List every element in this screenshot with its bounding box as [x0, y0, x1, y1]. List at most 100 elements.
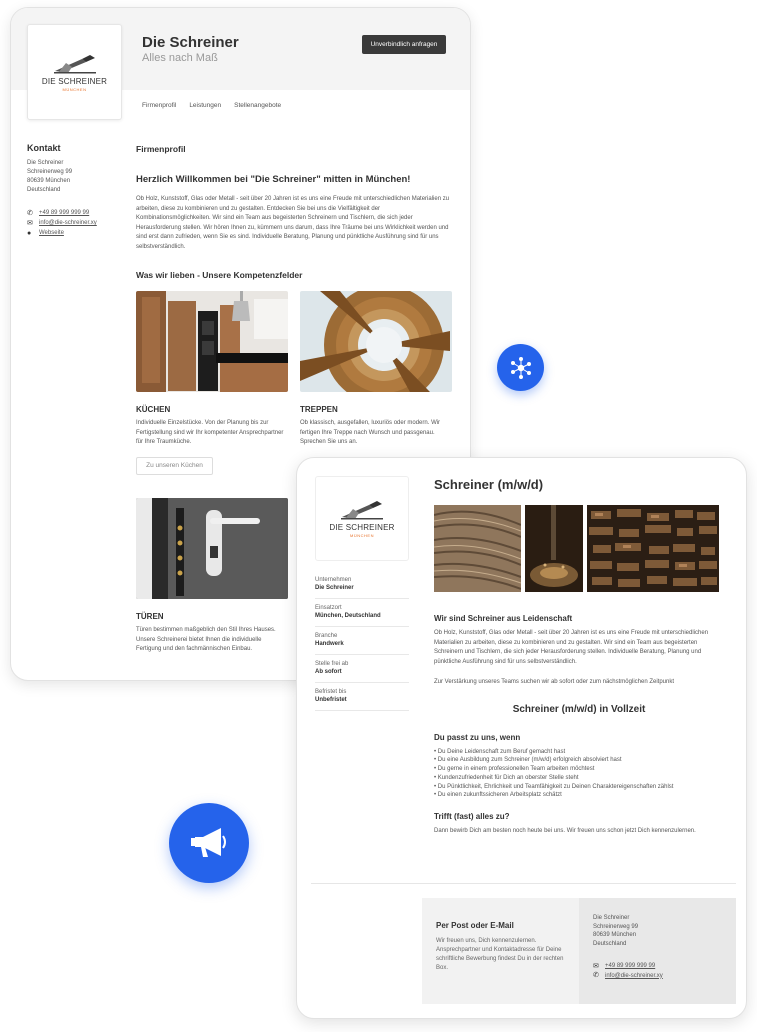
phone-icon: ✆ [593, 972, 599, 980]
job-image-strip [434, 505, 719, 592]
fact-limit: Befristet bis Unbefristet [315, 683, 409, 711]
contact-heading: Kontakt [27, 143, 61, 153]
fact-value: Ab sofort [315, 669, 342, 675]
stairs-image [300, 291, 452, 392]
logo-wordmark: DIE SCHREINER [329, 523, 395, 532]
list-item: Du gerne in einem professionellen Team a… [434, 765, 724, 774]
phone-link[interactable]: +49 89 999 999 99 [605, 962, 655, 971]
address-line: Die Schreiner [593, 915, 630, 921]
wood-grain-image [434, 505, 521, 592]
fact-label: Einsatzort [315, 605, 342, 611]
request-button[interactable]: Unverbindlich anfragen [362, 35, 446, 54]
phone-link[interactable]: +49 89 999 999 99 [39, 209, 89, 218]
tile-title: TREPPEN [300, 405, 338, 414]
fact-value: München, Deutschland [315, 613, 381, 619]
fact-industry: Branche Handwerk [315, 627, 409, 655]
welcome-text: Ob Holz, Kunststoff, Glas oder Metall - … [136, 196, 450, 250]
section-label: Firmenprofil [136, 144, 186, 154]
fit-heading: Du passt zu uns, wenn [434, 732, 521, 742]
tab-firmenprofil[interactable]: Firmenprofil [142, 102, 176, 109]
company-title: Die Schreiner [142, 34, 239, 51]
list-item: Kundenzufriedenheit für Dich an oberster… [434, 774, 724, 783]
seeking-text: Zur Verstärkung unseres Teams suchen wir… [434, 679, 675, 685]
job-posting-window: DIE SCHREINER MÜNCHEN Unternehmen Die Sc… [296, 457, 747, 1019]
tile-text: Individuelle Einzelstücke. Von der Planu… [136, 420, 284, 445]
fact-label: Befristet bis [315, 689, 347, 695]
address-line: Schreinerweg 99 [593, 923, 639, 930]
divider [311, 883, 736, 884]
network-icon-badge [497, 344, 544, 391]
saw-logo-icon [53, 54, 96, 73]
company-slogan: Alles nach Maß [142, 52, 218, 64]
application-info: Per Post oder E-Mail Wir freuen uns, Dic… [422, 898, 579, 1004]
list-item: Du Deine Leidenschaft zum Beruf gemacht … [434, 748, 724, 757]
kitchen-button[interactable]: Zu unseren Küchen [136, 456, 213, 475]
job-facts: Unternehmen Die Schreiner Einsatzort Mün… [315, 571, 409, 711]
application-text: Wir freuen uns, Dich kennenzulernen. Ans… [436, 938, 564, 971]
tile-title: KÜCHEN [136, 405, 171, 414]
email-link[interactable]: info@die-schreiner.xy [605, 972, 663, 981]
competences-heading: Was wir lieben - Unsere Kompetenzfelder [136, 270, 303, 280]
profile-nav: Firmenprofil Leistungen Stellenangebote [142, 102, 281, 109]
fact-label: Unternehmen [315, 577, 352, 583]
tab-stellenangebote[interactable]: Stellenangebote [234, 102, 281, 109]
application-heading: Per Post oder E-Mail [436, 921, 514, 930]
showcase-stage: DIE SCHREINER MÜNCHEN Die Schreiner Alle… [0, 0, 757, 1032]
network-icon [510, 356, 531, 379]
tile-title: TÜREN [136, 612, 164, 621]
logo-city: MÜNCHEN [350, 533, 374, 538]
address-line: Die Schreiner [27, 160, 64, 166]
fact-label: Branche [315, 633, 338, 639]
mail-icon: ✉ [27, 220, 33, 227]
fact-location: Einsatzort München, Deutschland [315, 599, 409, 627]
about-heading: Wir sind Schreiner aus Leidenschaft [434, 614, 573, 623]
megaphone-icon-badge [169, 803, 249, 883]
list-item: Du einen zukunftssicheren Arbeitsplatz s… [434, 791, 724, 800]
list-item: Du eine Ausbildung zum Schreiner (m/w/d)… [434, 756, 724, 765]
profile-content: Firmenprofil Herzlich Willkommen bei "Di… [136, 144, 451, 280]
tile-text: Ob klassisch, ausgefallen, luxuriös oder… [300, 420, 441, 445]
welcome-heading: Herzlich Willkommen bei "Die Schreiner" … [136, 174, 411, 185]
address-line: Deutschland [27, 187, 61, 193]
sawdust-image [525, 505, 583, 592]
fit-list: Du Deine Leidenschaft zum Beruf gemacht … [434, 748, 724, 801]
contact-sidebar: Kontakt Die Schreiner Schreinerweg 99 80… [27, 144, 117, 238]
tile-doors: TÜREN Türen bestimmen maßgeblich den Sti… [136, 498, 288, 655]
about-text: Ob Holz, Kunststoff, Glas oder Metall - … [434, 630, 709, 665]
application-contact: Die Schreiner Schreinerweg 99 80639 Münc… [579, 898, 736, 1004]
company-logo: DIE SCHREINER MÜNCHEN [315, 476, 409, 561]
email-link[interactable]: info@die-schreiner.xy [39, 219, 97, 228]
address-line: Deutschland [593, 940, 627, 947]
application-box: Per Post oder E-Mail Wir freuen uns, Dic… [422, 898, 736, 1004]
fact-value: Unbefristet [315, 697, 347, 703]
megaphone-icon [191, 828, 226, 857]
address-line: Schreinerweg 99 [27, 169, 73, 175]
email-row: ✉ +49 89 999 999 99 [593, 962, 728, 971]
kitchen-image [136, 291, 288, 392]
company-logo: DIE SCHREINER MÜNCHEN [27, 24, 122, 120]
job-title: Schreiner (m/w/d) [434, 477, 544, 492]
tab-leistungen[interactable]: Leistungen [189, 102, 221, 109]
job-description: Wir sind Schreiner aus Leidenschaft Ob H… [434, 614, 724, 837]
website-row: ● Webseite [27, 229, 117, 238]
phone-icon: ✆ [27, 210, 33, 217]
website-link[interactable]: Webseite [39, 229, 64, 238]
match-text: Dann bewirb Dich am besten noch heute be… [434, 828, 696, 835]
fact-value: Die Schreiner [315, 585, 354, 591]
position-heading: Schreiner (m/w/d) in Vollzeit [512, 703, 646, 715]
tile-text: Türen bestimmen maßgeblich den Stil Ihre… [136, 627, 276, 652]
address-line: 80639 München [593, 932, 637, 938]
match-heading: Trifft (fast) alles zu? [434, 812, 510, 822]
logo-wordmark: DIE SCHREINER [41, 76, 108, 86]
list-item: Du Pünktlichkeit, Ehrlichkeit und Teamfä… [434, 783, 724, 792]
phone-row: ✆ info@die-schreiner.xy [593, 972, 728, 981]
lumber-stack-image [587, 505, 719, 592]
email-row: ✉ info@die-schreiner.xy [27, 219, 117, 228]
fact-label: Stelle frei ab [315, 661, 349, 667]
saw-logo-icon [341, 501, 383, 520]
logo-city: MÜNCHEN [62, 86, 87, 92]
tile-stairs: TREPPEN Ob klassisch, ausgefallen, luxur… [300, 291, 452, 448]
fact-start: Stelle frei ab Ab sofort [315, 655, 409, 683]
address-line: 80639 München [27, 178, 71, 184]
tile-kitchen: KÜCHEN Individuelle Einzelstücke. Von de… [136, 291, 288, 475]
